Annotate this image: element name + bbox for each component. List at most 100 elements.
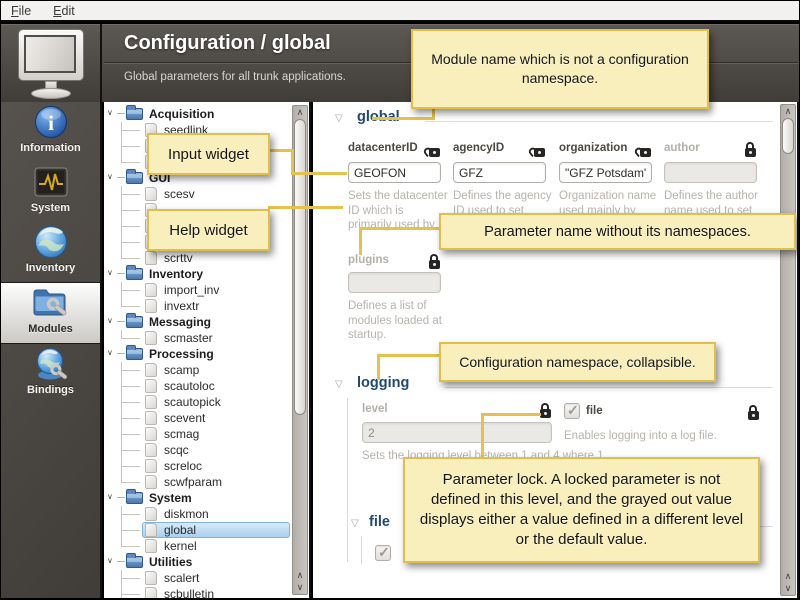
agencyID-input[interactable] <box>453 162 546 183</box>
sidebar-item-inventory[interactable]: Inventory <box>1 222 100 282</box>
tree-item-Processing[interactable]: ∨Processing <box>104 346 292 362</box>
scroll-up-icon[interactable]: ∧ <box>293 106 307 118</box>
lock-open-icon[interactable] <box>428 142 441 157</box>
tree-item-global[interactable]: global <box>104 522 292 538</box>
lock-closed-icon[interactable] <box>747 405 760 420</box>
svg-text:i: i <box>48 111 54 135</box>
sidebar-item-information[interactable]: iInformation <box>1 102 100 162</box>
section-divider <box>445 387 773 388</box>
tree-item-scwfparam[interactable]: scwfparam <box>104 474 292 490</box>
config-scrollbar-thumb[interactable] <box>782 118 794 154</box>
expander-icon[interactable]: ∨ <box>107 316 113 325</box>
tree-item-scesv[interactable]: scesv <box>104 186 292 202</box>
collapse-triangle-icon[interactable]: ▽ <box>335 113 343 124</box>
scroll-up-icon[interactable]: ∧ <box>781 105 795 117</box>
tree-item-scautopick[interactable]: scautopick <box>104 394 292 410</box>
folder-icon <box>126 172 143 184</box>
file-icon <box>145 475 157 489</box>
monitor-icon <box>16 27 88 99</box>
callout-parameter-lock: Parameter lock. A locked parameter is no… <box>403 457 760 563</box>
file-icon <box>145 251 157 265</box>
tree-scrollbar[interactable]: ∧ ∧ ∨ <box>292 105 308 595</box>
param-label-file: file <box>586 405 760 420</box>
lock-closed-icon[interactable] <box>744 142 757 157</box>
sidebar-item-label: System <box>31 202 70 214</box>
sidebar-item-bindings[interactable]: Bindings <box>1 344 100 404</box>
tree-item-screloc[interactable]: screloc <box>104 458 292 474</box>
param-label-organization: organization <box>559 142 652 157</box>
tree-item-kernel[interactable]: kernel <box>104 538 292 554</box>
tree-item-Messaging[interactable]: ∨Messaging <box>104 314 292 330</box>
param-label-plugins: plugins <box>348 254 441 269</box>
scroll-down-icon[interactable]: ∨ <box>293 581 307 593</box>
tree-item-scamp[interactable]: scamp <box>104 362 292 378</box>
file-icon <box>145 427 157 441</box>
page-subtitle: Global parameters for all trunk applicat… <box>124 71 346 83</box>
callout-help-widget: Help widget <box>147 209 270 251</box>
author-input[interactable] <box>664 162 757 183</box>
section-indent-guide <box>361 536 362 564</box>
scroll-up-icon[interactable]: ∧ <box>293 569 307 581</box>
callout-input-widget: Input widget <box>147 133 270 175</box>
scroll-up-icon[interactable]: ∧ <box>781 570 795 582</box>
file-section-checkbox[interactable] <box>375 545 391 561</box>
tree-item-scevent[interactable]: scevent <box>104 410 292 426</box>
file-checkbox[interactable] <box>564 403 580 419</box>
expander-icon[interactable]: ∨ <box>107 268 113 277</box>
menu-item-edit[interactable]: Edit <box>53 4 75 18</box>
collapse-triangle-icon[interactable]: ▽ <box>351 518 359 529</box>
tree-item-diskmon[interactable]: diskmon <box>104 506 292 522</box>
expander-icon[interactable]: ∨ <box>107 556 113 565</box>
tree-item-scrttv[interactable]: scrttv <box>104 250 292 266</box>
expander-icon[interactable]: ∨ <box>107 172 113 181</box>
section-title-file[interactable]: file <box>369 514 390 530</box>
system-waveform-icon <box>34 164 68 200</box>
info-icon: i <box>34 104 68 140</box>
scroll-down-icon[interactable]: ∨ <box>781 582 795 594</box>
config-scrollbar[interactable]: ∧ ∧ ∨ <box>780 104 796 596</box>
sidebar-item-modules[interactable]: Modules <box>1 282 100 344</box>
tree-item-scalert[interactable]: scalert <box>104 570 292 586</box>
file-icon <box>145 443 157 457</box>
tree-item-Inventory[interactable]: ∨Inventory <box>104 266 292 282</box>
sidebar-item-label: Inventory <box>26 262 76 274</box>
tree-item-Acquisition[interactable]: ∨Acquisition <box>104 106 292 122</box>
expander-icon[interactable]: ∨ <box>107 108 113 117</box>
callout-connector <box>372 117 435 120</box>
expander-icon[interactable]: ∨ <box>107 492 113 501</box>
tree-item-scqc[interactable]: scqc <box>104 442 292 458</box>
tree-item-System[interactable]: ∨System <box>104 490 292 506</box>
param-help-file: Enables logging into a log file. <box>564 429 774 444</box>
menu-item-file[interactable]: File <box>11 4 31 18</box>
plugins-input[interactable] <box>348 272 441 293</box>
expander-icon[interactable]: ∨ <box>107 348 113 357</box>
collapse-triangle-icon[interactable]: ▽ <box>335 379 343 390</box>
datacenterID-input[interactable] <box>348 162 441 183</box>
header-icon-cell <box>1 24 102 102</box>
level-input[interactable] <box>362 422 552 443</box>
organization-input[interactable] <box>559 162 652 183</box>
file-icon <box>145 523 157 537</box>
tree-item-invextr[interactable]: invextr <box>104 298 292 314</box>
sidebar-item-label: Bindings <box>27 384 74 396</box>
tree-item-scmaster[interactable]: scmaster <box>104 330 292 346</box>
tree-item-Utilities[interactable]: ∨Utilities <box>104 554 292 570</box>
tree-item-scautoloc[interactable]: scautoloc <box>104 378 292 394</box>
sidebar-item-system[interactable]: System <box>1 162 100 222</box>
file-icon <box>145 539 157 553</box>
tree-scrollbar-thumb[interactable] <box>294 119 306 415</box>
section-divider <box>425 121 773 122</box>
file-icon <box>145 299 157 313</box>
callout-connector <box>291 172 347 175</box>
lock-closed-icon[interactable] <box>428 254 441 269</box>
folder-icon <box>126 348 143 360</box>
lock-open-icon[interactable] <box>533 142 546 157</box>
tree-item-scmag[interactable]: scmag <box>104 426 292 442</box>
module-tree: ∨Acquisitionseedlink∨GUIscesvscrttv∨Inve… <box>104 106 292 598</box>
lock-open-icon[interactable] <box>639 142 652 157</box>
tree-item-import_inv[interactable]: import_inv <box>104 282 292 298</box>
callout-connector <box>481 413 541 416</box>
tree-item-scbulletin[interactable]: scbulletin <box>104 586 292 598</box>
section-title-logging[interactable]: logging <box>357 375 409 391</box>
folder-icon <box>126 108 143 120</box>
